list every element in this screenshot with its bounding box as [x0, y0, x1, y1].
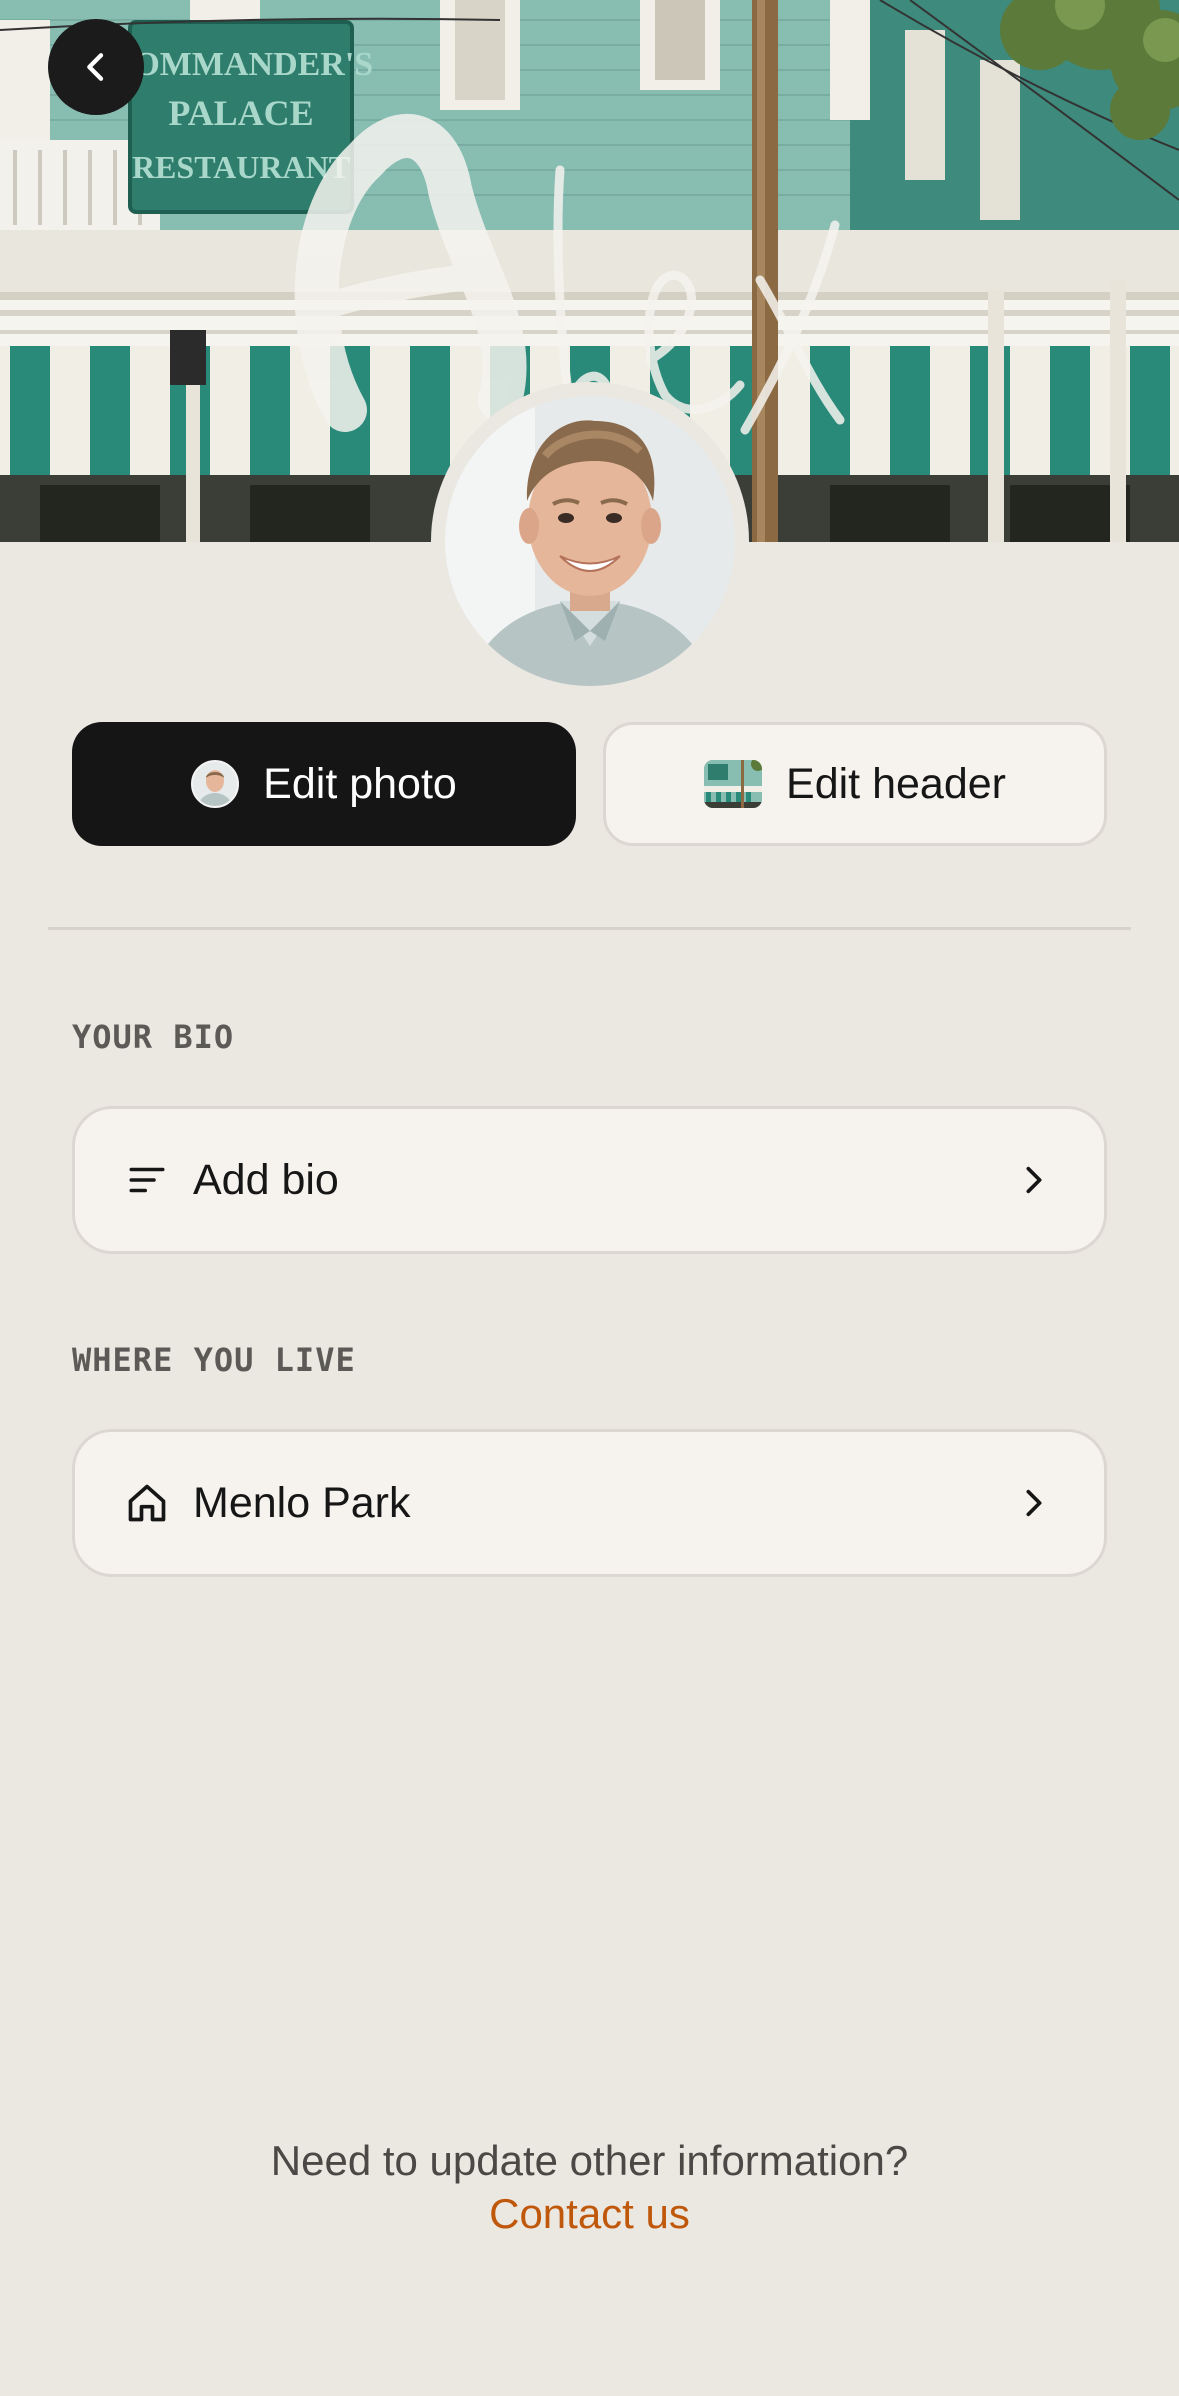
header-thumbnail-icon	[704, 760, 763, 808]
svg-text:RESTAURANT: RESTAURANT	[132, 149, 350, 185]
lines-icon	[123, 1156, 171, 1204]
chevron-left-icon	[87, 53, 104, 81]
back-button[interactable]	[48, 19, 144, 115]
location-label: Menlo Park	[193, 1478, 411, 1527]
svg-text:PALACE: PALACE	[168, 93, 313, 133]
location-row[interactable]: Menlo Park	[72, 1429, 1107, 1577]
divider	[48, 927, 1131, 930]
svg-text:COMMANDER'S: COMMANDER'S	[109, 46, 373, 83]
edit-photo-label: Edit photo	[263, 759, 457, 808]
chevron-right-icon	[1016, 1162, 1052, 1198]
home-icon	[123, 1479, 171, 1527]
location-section-label: WHERE YOU LIVE	[72, 1341, 356, 1379]
contact-us-link[interactable]: Contact us	[0, 2190, 1179, 2238]
footer-question: Need to update other information?	[270, 2137, 909, 2184]
edit-header-label: Edit header	[786, 759, 1006, 808]
avatar-thumbnail-icon	[191, 760, 240, 808]
add-bio-row[interactable]: Add bio	[72, 1106, 1107, 1254]
chevron-right-icon	[1016, 1485, 1052, 1521]
edit-photo-button[interactable]: Edit photo	[72, 722, 576, 846]
add-bio-label: Add bio	[193, 1155, 339, 1204]
avatar	[431, 382, 749, 700]
edit-header-button[interactable]: Edit header	[603, 722, 1107, 846]
avatar-photo	[445, 396, 735, 686]
bio-section-label: YOUR BIO	[72, 1018, 235, 1056]
